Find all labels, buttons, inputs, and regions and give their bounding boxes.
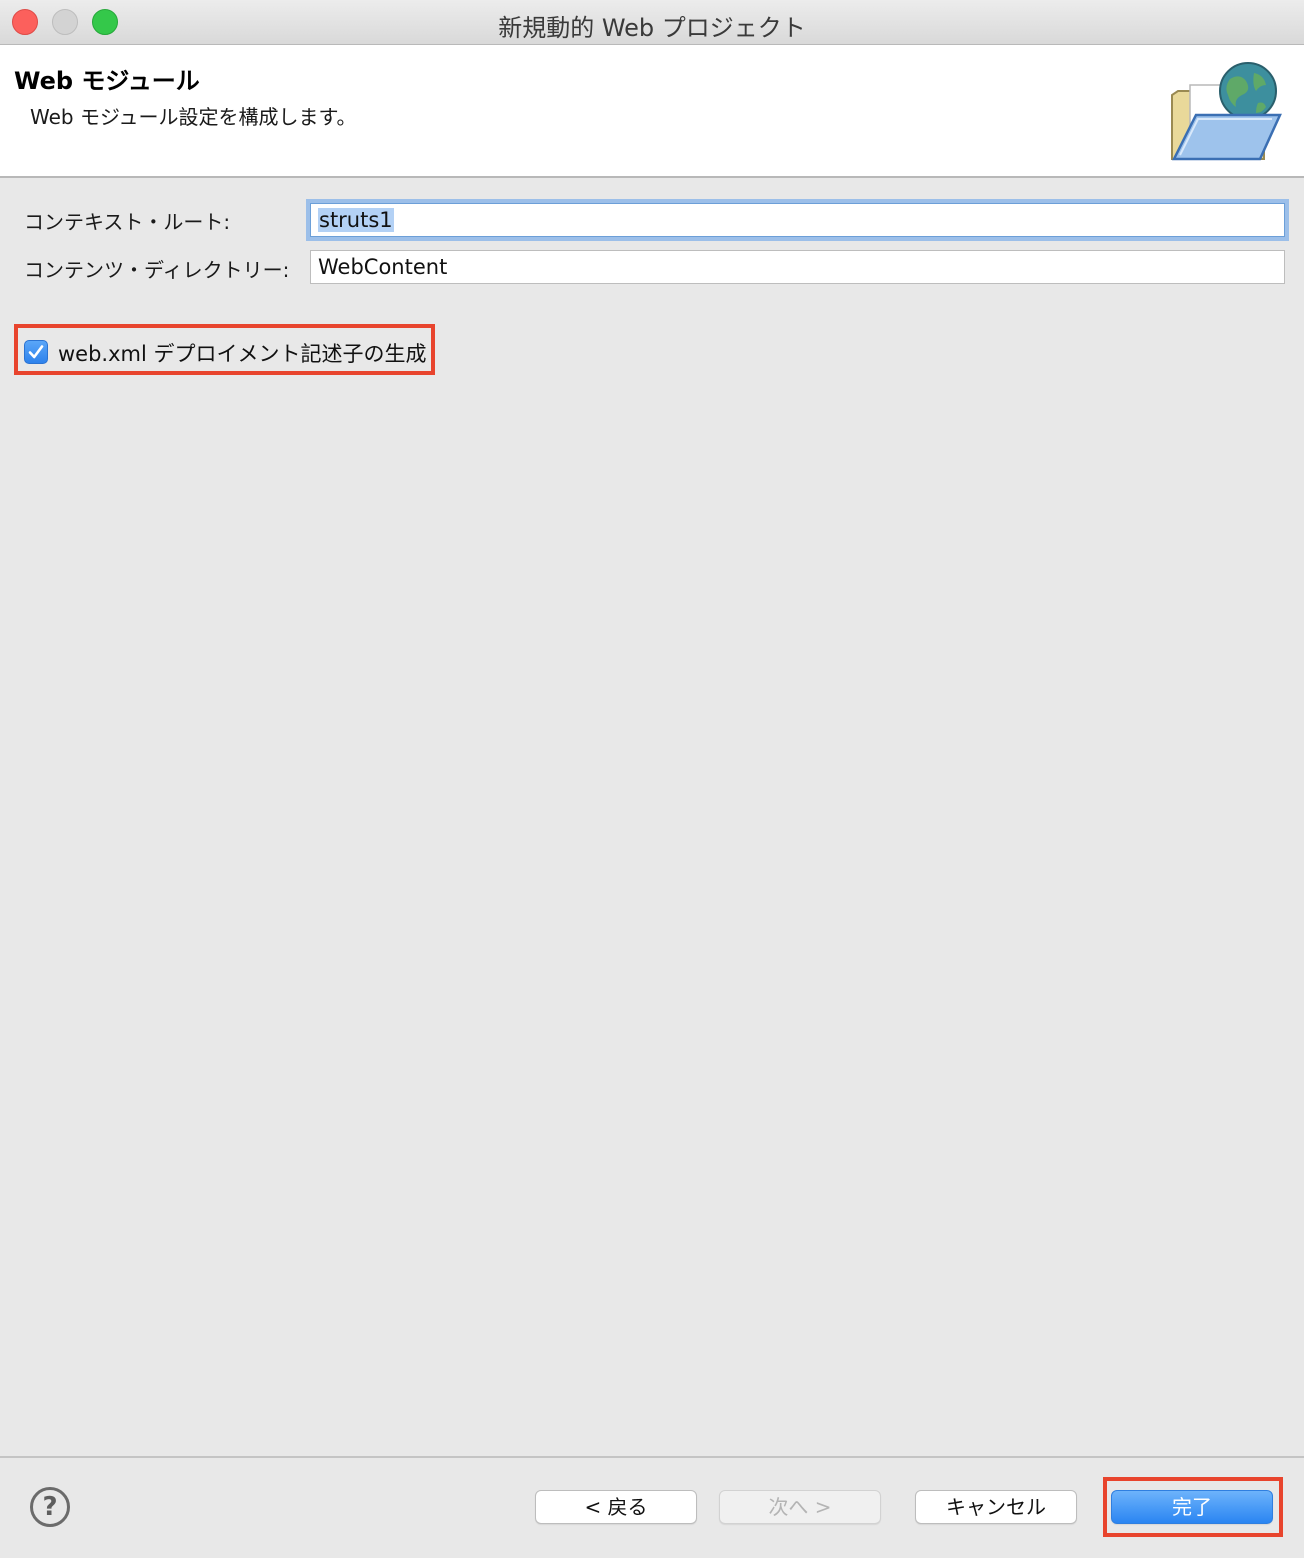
content-directory-input[interactable]: WebContent bbox=[310, 250, 1285, 284]
help-icon[interactable]: ? bbox=[30, 1487, 70, 1527]
next-button[interactable]: 次へ > bbox=[719, 1490, 881, 1524]
generate-webxml-label[interactable]: web.xml デプロイメント記述子の生成 bbox=[58, 338, 427, 368]
content-directory-label: コンテンツ・ディレクトリー: bbox=[24, 258, 290, 282]
context-root-input[interactable]: struts1 bbox=[310, 203, 1285, 237]
page-title: Web モジュール bbox=[14, 67, 200, 95]
footer-divider bbox=[0, 1456, 1304, 1458]
generate-webxml-checkbox[interactable] bbox=[24, 340, 48, 364]
finish-button[interactable]: 完了 bbox=[1111, 1490, 1273, 1524]
wizard-header: Web モジュール Web モジュール設定を構成します。 bbox=[0, 45, 1304, 178]
cancel-button[interactable]: キャンセル bbox=[915, 1490, 1077, 1524]
title-bar: 新規動的 Web プロジェクト bbox=[0, 0, 1304, 45]
context-root-label: コンテキスト・ルート: bbox=[24, 210, 231, 234]
checkmark-icon bbox=[28, 345, 44, 359]
content-directory-value: WebContent bbox=[318, 255, 448, 279]
context-root-value: struts1 bbox=[318, 208, 394, 232]
web-project-folder-globe-icon bbox=[1171, 62, 1282, 161]
window-title: 新規動的 Web プロジェクト bbox=[498, 14, 806, 42]
page-description: Web モジュール設定を構成します。 bbox=[30, 105, 357, 129]
back-button[interactable]: < 戻る bbox=[535, 1490, 697, 1524]
